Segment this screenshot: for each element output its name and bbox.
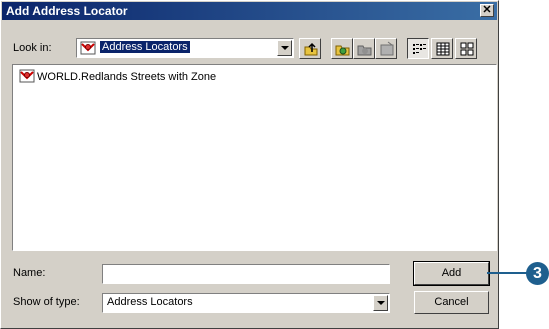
step-callout-badge: 3	[526, 262, 549, 285]
list-item[interactable]: WORLD.Redlands Streets with Zone	[19, 69, 216, 85]
new-button[interactable]	[375, 38, 397, 59]
up-one-level-icon	[304, 42, 318, 56]
window-title: Add Address Locator	[6, 4, 128, 18]
chevron-down-icon[interactable]	[277, 40, 292, 56]
chevron-down-icon[interactable]	[373, 295, 388, 311]
disconnect-folder-button[interactable]	[353, 38, 375, 59]
up-one-level-button[interactable]	[299, 38, 321, 59]
disconnect-folder-icon	[357, 45, 372, 56]
name-label: Name:	[13, 267, 46, 279]
address-locator-icon	[80, 41, 96, 58]
list-view-icon	[413, 44, 426, 54]
details-view-icon	[436, 42, 450, 56]
new-icon	[380, 41, 394, 56]
close-icon: ✕	[482, 4, 492, 16]
address-locator-icon	[19, 69, 35, 86]
thumbnails-view-button[interactable]	[455, 38, 477, 59]
look-in-value: Address Locators	[100, 41, 190, 53]
name-field[interactable]	[102, 264, 390, 284]
look-in-label: Look in:	[13, 42, 52, 54]
locator-list[interactable]: WORLD.Redlands Streets with Zone	[12, 64, 497, 251]
list-item-label: WORLD.Redlands Streets with Zone	[37, 71, 217, 83]
close-button[interactable]: ✕	[480, 4, 494, 17]
show-of-type-value: Address Locators	[107, 296, 193, 308]
add-address-locator-dialog: Add Address Locator ✕ Look in: Address L…	[0, 0, 499, 329]
callout-line	[487, 272, 528, 274]
show-of-type-label: Show of type:	[13, 296, 80, 308]
connect-folder-icon	[335, 45, 350, 56]
cancel-button[interactable]: Cancel	[414, 291, 489, 314]
list-view-button[interactable]	[407, 38, 429, 59]
add-button[interactable]: Add	[413, 261, 490, 286]
show-of-type-dropdown[interactable]: Address Locators	[102, 293, 390, 313]
look-in-dropdown[interactable]: Address Locators	[76, 38, 294, 58]
thumbnails-view-icon	[460, 42, 474, 56]
title-bar[interactable]: Add Address Locator ✕	[2, 2, 497, 20]
connect-folder-button[interactable]	[331, 38, 353, 59]
details-view-button[interactable]	[431, 38, 453, 59]
